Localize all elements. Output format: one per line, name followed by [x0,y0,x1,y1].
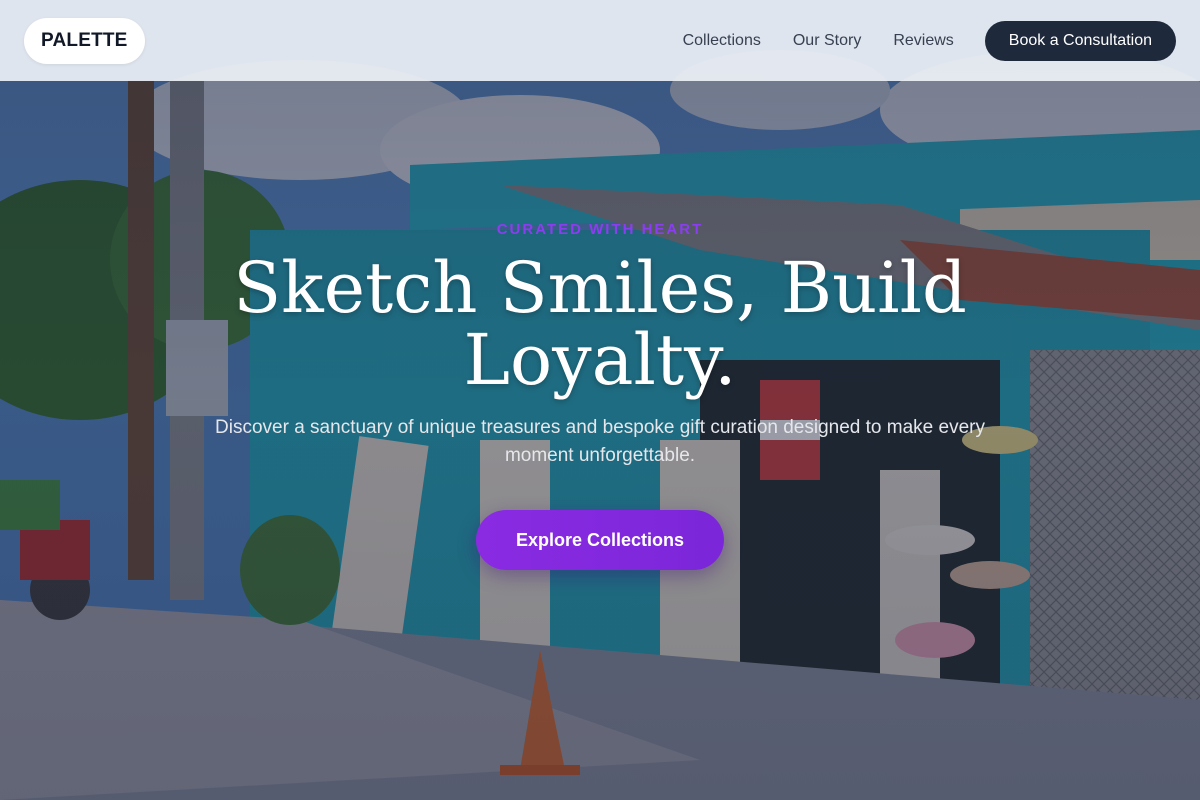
nav-link-reviews[interactable]: Reviews [893,32,953,50]
nav-link-our-story[interactable]: Our Story [793,32,861,50]
nav-link-collections[interactable]: Collections [683,32,761,50]
hero-subtitle: Discover a sanctuary of unique treasures… [215,417,985,466]
explore-collections-button[interactable]: Explore Collections [475,510,725,570]
brand-logo[interactable]: PALETTE [24,17,145,64]
main-nav: Collections Our Story Reviews Book a Con… [683,20,1176,61]
hero-eyebrow: CURATED WITH HEART [496,221,704,238]
hero-title: Sketch Smiles, Build Loyalty. [233,247,967,401]
book-consultation-button[interactable]: Book a Consultation [984,20,1176,61]
top-navbar: PALETTE Collections Our Story Reviews Bo… [0,0,1200,81]
hero-section: CURATED WITH HEART Sketch Smiles, Build … [0,210,1200,570]
